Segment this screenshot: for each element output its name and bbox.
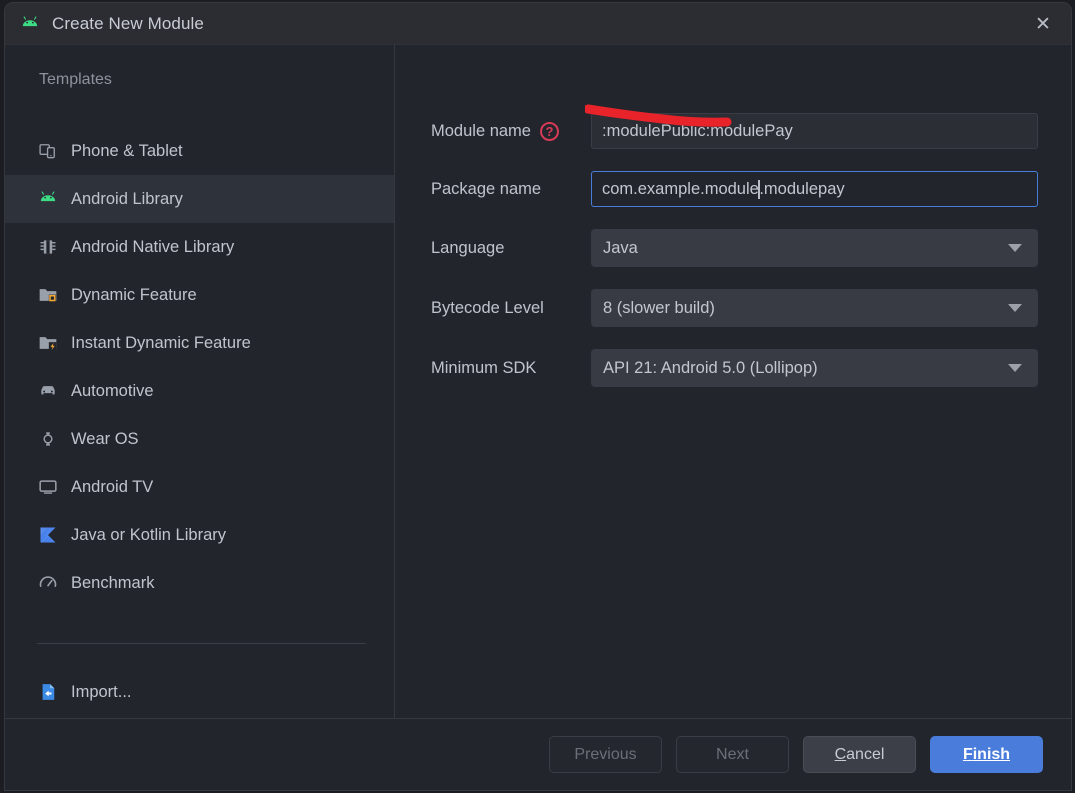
module-name-input[interactable]: :modulePublic:modulePay <box>591 113 1038 149</box>
bytecode-level-select[interactable]: 8 (slower build) <box>591 289 1038 327</box>
sidebar-item-label: Benchmark <box>71 573 155 592</box>
cancel-rest: ancel <box>846 745 885 763</box>
bytecode-level-row: Bytecode Level 8 (slower build) <box>431 289 1038 327</box>
language-label: Language <box>431 238 505 257</box>
sidebar-divider <box>37 643 366 644</box>
module-name-value: :modulePublic:modulePay <box>602 121 793 140</box>
sidebar-item-wear-os[interactable]: Wear OS <box>5 415 394 463</box>
module-name-label-group: Module name ? <box>431 121 591 141</box>
folder-lightning-icon <box>37 332 59 354</box>
finish-mnemonic: F <box>962 745 973 763</box>
sidebar-item-label: Phone & Tablet <box>71 141 183 160</box>
sidebar-item-dynamic-feature[interactable]: Dynamic Feature <box>5 271 394 319</box>
minimum-sdk-row: Minimum SDK API 21: Android 5.0 (Lollipo… <box>431 349 1038 387</box>
import-file-icon <box>37 681 59 703</box>
module-name-label: Module name <box>431 121 531 140</box>
templates-header: Templates <box>39 71 112 88</box>
watch-icon <box>37 428 59 450</box>
tv-icon <box>37 476 59 498</box>
android-head-icon <box>37 188 59 210</box>
package-name-row: Package name com.example.module .modulepa… <box>431 171 1038 207</box>
package-name-value-before-caret: com.example.module <box>602 179 759 198</box>
cancel-mnemonic: C <box>834 745 847 763</box>
car-icon <box>37 380 59 402</box>
dialog-title: Create New Module <box>52 13 204 33</box>
bytecode-level-label: Bytecode Level <box>431 298 544 317</box>
phone-tablet-icon <box>37 140 59 162</box>
language-select[interactable]: Java <box>591 229 1038 267</box>
sidebar-item-label: Android Native Library <box>71 237 235 256</box>
kotlin-logo-icon <box>37 524 59 546</box>
language-value: Java <box>603 238 638 257</box>
sidebar-item-label: Dynamic Feature <box>71 285 197 304</box>
sidebar-item-phone-tablet[interactable]: Phone & Tablet <box>5 127 394 175</box>
sidebar-item-automotive[interactable]: Automotive <box>5 367 394 415</box>
chip-icon <box>37 236 59 258</box>
sidebar-item-label: Java or Kotlin Library <box>71 525 226 544</box>
package-name-label: Package name <box>431 179 542 198</box>
android-head-icon <box>19 13 41 35</box>
module-name-row: Module name ? :modulePublic:modulePay <box>431 113 1038 149</box>
sidebar-item-instant-dynamic-feature[interactable]: Instant Dynamic Feature <box>5 319 394 367</box>
next-button[interactable]: Next <box>676 736 789 773</box>
package-name-input[interactable]: com.example.module .modulepay <box>591 171 1038 207</box>
sidebar-item-label: Automotive <box>71 381 154 400</box>
language-row: Language Java <box>431 229 1038 267</box>
sidebar-item-label: Wear OS <box>71 429 139 448</box>
minimum-sdk-value: API 21: Android 5.0 (Lollipop) <box>603 358 818 377</box>
sidebar-item-android-tv[interactable]: Android TV <box>5 463 394 511</box>
sidebar-item-import[interactable]: Import... <box>5 668 394 716</box>
sidebar-item-label: Android TV <box>71 477 154 496</box>
minimum-sdk-select[interactable]: API 21: Android 5.0 (Lollipop) <box>591 349 1038 387</box>
package-name-value-after-caret: .modulepay <box>759 179 845 198</box>
dialog-body: Templates Phone & Tablet Android Library… <box>5 45 1071 718</box>
sidebar-item-label: Android Library <box>71 189 183 208</box>
finish-rest: inish <box>972 745 1011 763</box>
sidebar-item-label: Import... <box>71 682 132 701</box>
bytecode-level-value: 8 (slower build) <box>603 298 715 317</box>
finish-button[interactable]: Finish <box>930 736 1043 773</box>
sidebar-item-java-kotlin-library[interactable]: Java or Kotlin Library <box>5 511 394 559</box>
templates-list: Phone & Tablet Android Library Android N… <box>5 127 394 607</box>
dialog-footer: Previous Next Cancel Finish <box>5 718 1071 790</box>
previous-button[interactable]: Previous <box>549 736 662 773</box>
chevron-down-icon <box>1008 304 1022 312</box>
close-icon[interactable]: ✕ <box>1015 3 1071 45</box>
sidebar-item-android-library[interactable]: Android Library <box>5 175 394 223</box>
sidebar-item-benchmark[interactable]: Benchmark <box>5 559 394 607</box>
chevron-down-icon <box>1008 244 1022 252</box>
folder-square-icon <box>37 284 59 306</box>
chevron-down-icon <box>1008 364 1022 372</box>
minimum-sdk-label: Minimum SDK <box>431 358 537 377</box>
templates-sidebar: Templates Phone & Tablet Android Library… <box>5 45 395 718</box>
sidebar-item-label: Instant Dynamic Feature <box>71 333 251 352</box>
module-form: Module name ? :modulePublic:modulePay Pa… <box>395 45 1071 718</box>
sidebar-item-android-native-library[interactable]: Android Native Library <box>5 223 394 271</box>
cancel-button[interactable]: Cancel <box>803 736 916 773</box>
help-circle-icon[interactable]: ? <box>539 121 559 141</box>
create-new-module-dialog: Create New Module ✕ Templates Phone & Ta… <box>4 2 1072 791</box>
speedometer-icon <box>37 572 59 594</box>
dialog-titlebar: Create New Module ✕ <box>5 3 1071 45</box>
